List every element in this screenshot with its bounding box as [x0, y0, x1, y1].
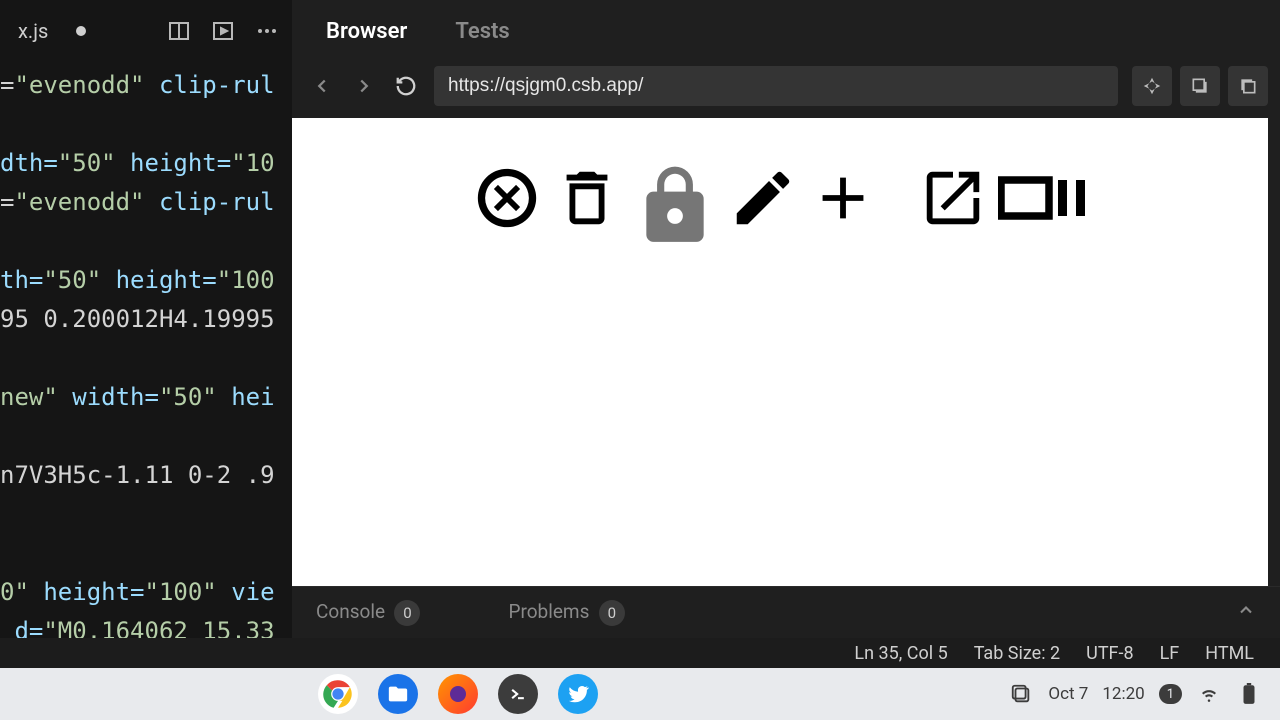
status-encoding[interactable]: UTF-8 [1086, 643, 1133, 664]
wifi-icon[interactable] [1196, 681, 1222, 707]
files-app-icon[interactable] [378, 674, 418, 714]
os-taskbar: Oct 7 12:20 1 [0, 668, 1280, 720]
edit-icon [728, 148, 798, 248]
app-root: x.js ="evenodd" clip-ruldth="50" height=… [0, 0, 1280, 720]
status-language[interactable]: HTML [1205, 643, 1254, 664]
status-cursor-position[interactable]: Ln 35, Col 5 [854, 643, 947, 664]
terminal-app-icon[interactable] [498, 674, 538, 714]
open-in-new-icon [918, 148, 988, 248]
editor-tabstrip: x.js [0, 0, 292, 62]
system-tray: Oct 7 12:20 1 [1008, 681, 1262, 707]
cancel-circle-icon [472, 148, 542, 248]
browser-toolbar [292, 62, 1280, 118]
editor-column: x.js ="evenodd" clip-ruldth="50" height=… [0, 0, 292, 638]
main-area: x.js ="evenodd" clip-ruldth="50" height=… [0, 0, 1280, 638]
editor-tab-label: x.js [18, 19, 48, 43]
console-tab[interactable]: Console 0 [316, 600, 420, 626]
tray-date[interactable]: Oct 7 [1048, 684, 1088, 704]
status-eol[interactable]: LF [1160, 643, 1180, 664]
split-editor-icon[interactable] [166, 18, 192, 44]
firefox-app-icon[interactable] [438, 674, 478, 714]
address-bar[interactable] [434, 66, 1118, 106]
editor-toolbar [166, 18, 288, 44]
status-bar: Ln 35, Col 5 Tab Size: 2 UTF-8 LF HTML [0, 638, 1280, 668]
lock-icon [632, 148, 718, 264]
dirty-indicator-icon [76, 26, 86, 36]
chrome-app-icon[interactable] [318, 674, 358, 714]
bottom-panel-tabs: Console 0 Problems 0 [292, 586, 1280, 638]
burst-mode-icon [998, 148, 1088, 248]
tray-notification-badge[interactable]: 1 [1159, 684, 1182, 704]
tab-browser[interactable]: Browser [326, 19, 407, 44]
forward-button[interactable] [350, 72, 378, 100]
right-panel-tabs: Browser Tests [292, 0, 1280, 62]
move-devtools-icon[interactable] [1132, 66, 1172, 106]
console-tab-label: Console [316, 600, 385, 623]
reload-button[interactable] [392, 72, 420, 100]
back-button[interactable] [308, 72, 336, 100]
browser-preview [292, 118, 1268, 586]
delete-icon [552, 148, 622, 248]
code-editor[interactable]: ="evenodd" clip-ruldth="50" height="10="… [0, 62, 292, 638]
preview-play-icon[interactable] [210, 18, 236, 44]
twitter-app-icon[interactable] [558, 674, 598, 714]
more-icon[interactable] [254, 18, 280, 44]
problems-tab-label: Problems [508, 600, 589, 623]
expand-panel-icon[interactable] [1236, 600, 1256, 625]
right-panel: Browser Tests [292, 0, 1280, 638]
editor-tab-file[interactable]: x.js [4, 0, 100, 62]
battery-icon[interactable] [1236, 681, 1262, 707]
problems-count-badge: 0 [599, 600, 625, 626]
address-actions [1132, 66, 1268, 106]
status-tab-size[interactable]: Tab Size: 2 [974, 643, 1060, 664]
tray-overview-icon[interactable] [1008, 681, 1034, 707]
plus-icon [808, 148, 878, 248]
open-window-icon[interactable] [1180, 66, 1220, 106]
open-external-icon[interactable] [1228, 66, 1268, 106]
console-count-badge: 0 [394, 600, 420, 626]
tray-time[interactable]: 12:20 [1102, 684, 1144, 704]
problems-tab[interactable]: Problems 0 [508, 600, 624, 626]
tab-tests[interactable]: Tests [455, 19, 509, 44]
